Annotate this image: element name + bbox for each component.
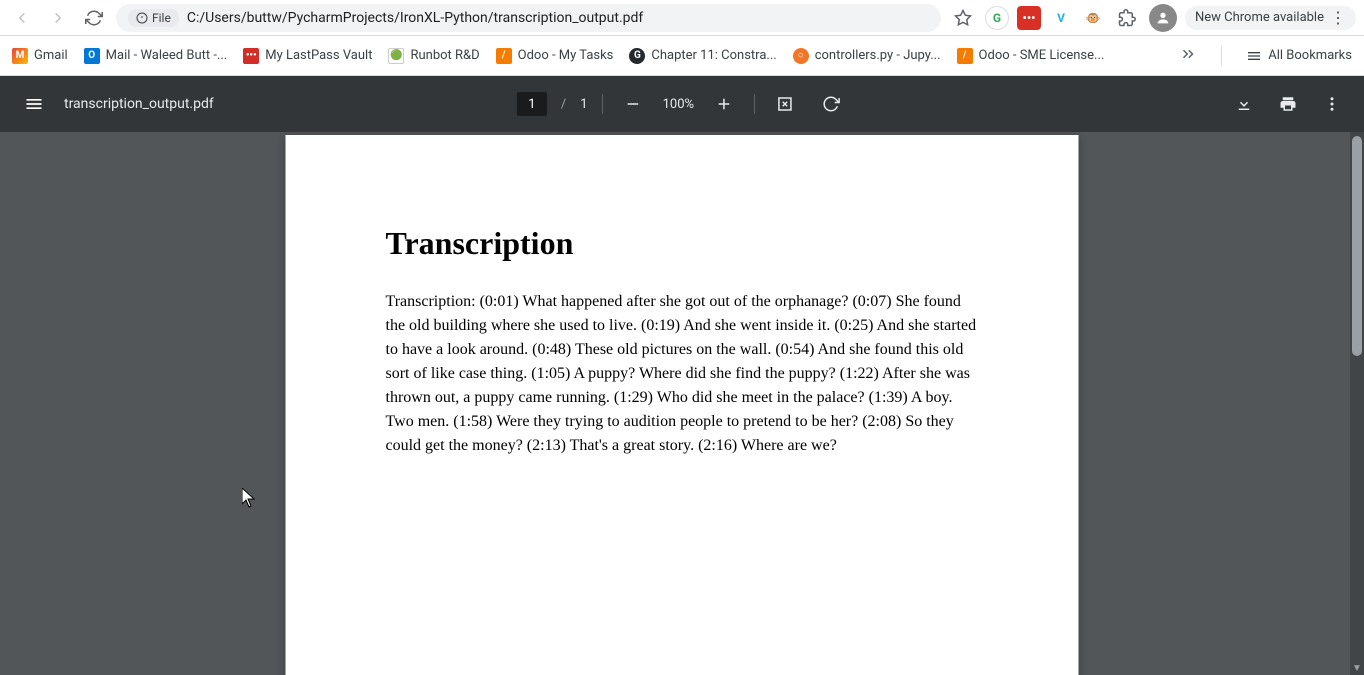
pdf-page: Transcription Transcription: (0:01) What… — [286, 135, 1079, 675]
divider — [754, 94, 755, 114]
extension-icon-vimeo[interactable]: V — [1049, 6, 1073, 30]
bookmark-star-button[interactable] — [949, 4, 977, 32]
bookmark-label: Gmail — [34, 48, 68, 63]
page-number-input[interactable] — [517, 92, 547, 116]
all-bookmarks-button[interactable]: All Bookmarks — [1246, 48, 1352, 64]
bookmark-icon: O — [84, 48, 100, 64]
bookmark-runbot[interactable]: 🟢 Runbot R&D — [388, 48, 479, 64]
pdf-controls-right — [1228, 88, 1348, 120]
profile-button[interactable] — [1149, 4, 1177, 32]
more-icon: ⋮ — [1330, 10, 1346, 26]
bookmark-label: Odoo - SME License... — [979, 48, 1105, 63]
bookmark-icon: M — [12, 48, 28, 64]
bookmark-label: Runbot R&D — [410, 48, 479, 63]
bookmark-icon: ○ — [793, 48, 809, 64]
scroll-thumb[interactable] — [1352, 136, 1362, 356]
bookmark-label: My LastPass Vault — [265, 48, 372, 63]
bookmark-icon: ••• — [243, 48, 259, 64]
bookmark-gmail[interactable]: M Gmail — [12, 48, 68, 64]
pdf-heading: Transcription — [386, 225, 979, 262]
bookmark-odoo-tasks[interactable]: / Odoo - My Tasks — [496, 48, 614, 64]
pdf-viewport[interactable]: Transcription Transcription: (0:01) What… — [0, 132, 1364, 675]
pdf-toolbar: transcription_output.pdf / 1 100% — [0, 76, 1364, 132]
fit-to-page-button[interactable] — [769, 88, 801, 120]
extensions-button[interactable] — [1113, 4, 1141, 32]
bookmark-icon: / — [957, 48, 973, 64]
bookmarks-overflow-button[interactable] — [1179, 45, 1197, 67]
bookmark-label: Chapter 11: Constra... — [651, 48, 776, 63]
pdf-menu-button[interactable] — [16, 86, 52, 122]
url-text: C:/Users/buttw/PycharmProjects/IronXL-Py… — [187, 10, 643, 26]
bookmark-jupyter[interactable]: ○ controllers.py - Jupy... — [793, 48, 941, 64]
pdf-body-text: Transcription: (0:01) What happened afte… — [386, 290, 979, 458]
bookmark-label: Odoo - My Tasks — [518, 48, 614, 63]
bookmark-icon: / — [496, 48, 512, 64]
new-chrome-button[interactable]: New Chrome available ⋮ — [1185, 6, 1356, 30]
all-bookmarks-label: All Bookmarks — [1268, 48, 1352, 63]
extension-icon-grammarly[interactable]: G — [985, 6, 1009, 30]
bookmarks-bar: M Gmail O Mail - Waleed Butt -... ••• My… — [0, 36, 1364, 76]
scroll-down-icon[interactable]: ▼ — [1350, 661, 1364, 675]
bookmark-outlook[interactable]: O Mail - Waleed Butt -... — [84, 48, 228, 64]
back-button[interactable] — [8, 4, 36, 32]
extension-icon-tampermonkey[interactable]: 🐵 — [1081, 6, 1105, 30]
bookmark-lastpass[interactable]: ••• My LastPass Vault — [243, 48, 372, 64]
print-button[interactable] — [1272, 88, 1304, 120]
bookmark-icon: G — [629, 48, 645, 64]
rotate-button[interactable] — [815, 88, 847, 120]
bookmark-label: Mail - Waleed Butt -... — [106, 48, 228, 63]
pdf-controls-center: / 1 100% — [517, 88, 847, 120]
reload-button[interactable] — [80, 4, 108, 32]
file-chip-label: File — [152, 11, 171, 25]
mouse-cursor-icon — [242, 488, 256, 508]
pdf-more-button[interactable] — [1316, 88, 1348, 120]
address-bar[interactable]: File C:/Users/buttw/PycharmProjects/Iron… — [116, 4, 941, 32]
browser-toolbar: File C:/Users/buttw/PycharmProjects/Iron… — [0, 0, 1364, 36]
pdf-filename: transcription_output.pdf — [64, 96, 214, 112]
download-button[interactable] — [1228, 88, 1260, 120]
zoom-in-button[interactable] — [708, 88, 740, 120]
file-chip: File — [128, 9, 179, 27]
bookmark-odoo-sme[interactable]: / Odoo - SME License... — [957, 48, 1105, 64]
zoom-level: 100% — [663, 97, 694, 112]
scrollbar[interactable]: ▲ ▼ — [1350, 132, 1364, 675]
bookmark-icon: 🟢 — [388, 48, 404, 64]
divider — [1221, 46, 1222, 66]
forward-button[interactable] — [44, 4, 72, 32]
page-separator: / — [561, 97, 566, 112]
extension-icon-lastpass[interactable]: ••• — [1017, 6, 1041, 30]
page-total: 1 — [580, 97, 587, 112]
divider — [602, 94, 603, 114]
new-chrome-label: New Chrome available — [1195, 10, 1324, 25]
bookmark-chapter11[interactable]: G Chapter 11: Constra... — [629, 48, 776, 64]
bookmark-label: controllers.py - Jupy... — [815, 48, 941, 63]
zoom-out-button[interactable] — [617, 88, 649, 120]
